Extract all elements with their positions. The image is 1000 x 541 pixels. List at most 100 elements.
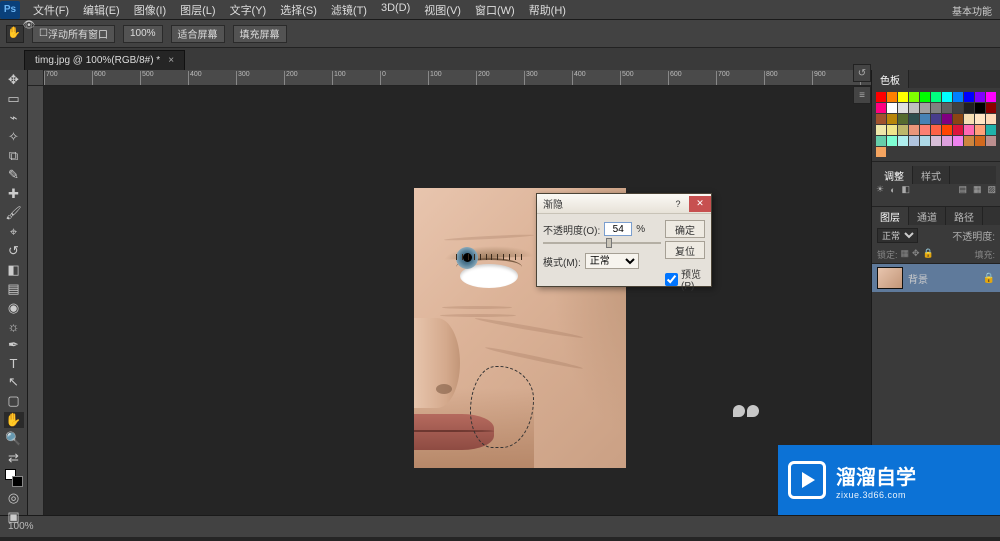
wand-tool-icon[interactable]: ✧ (4, 129, 24, 145)
dock-windows-checkbox[interactable]: ☐ 浮动所有窗口 (32, 25, 115, 43)
zoom-level[interactable]: 100% (8, 521, 34, 532)
mode-select[interactable]: 正常 (585, 253, 639, 269)
swatch[interactable] (920, 136, 930, 146)
opacity-input[interactable] (604, 222, 632, 236)
menu-item[interactable]: 编辑(E) (76, 0, 127, 20)
swatch[interactable] (931, 136, 941, 146)
workspace-switcher[interactable]: 基本功能 (952, 0, 992, 20)
tab-layers[interactable]: 图层 (872, 207, 909, 225)
swatch[interactable] (887, 136, 897, 146)
ok-button[interactable]: 确定 (665, 220, 705, 238)
type-tool-icon[interactable]: T (4, 356, 24, 371)
swatch[interactable] (876, 136, 886, 146)
swatch[interactable] (887, 114, 897, 124)
canvas-area[interactable]: 7006005004003002001000100200300400500600… (28, 70, 871, 515)
menu-item[interactable]: 3D(D) (374, 0, 417, 20)
lock-position-icon[interactable]: ✥ (912, 248, 920, 261)
pen-tool-icon[interactable]: ✒ (4, 337, 24, 353)
color-swatches[interactable] (4, 469, 24, 487)
visibility-icon[interactable]: 👁 (22, 18, 36, 32)
swatch[interactable] (898, 136, 908, 146)
dialog-titlebar[interactable]: 渐隐 ? ✕ (537, 194, 711, 214)
swatch[interactable] (975, 136, 985, 146)
menu-item[interactable]: 文件(F) (26, 0, 76, 20)
swatch[interactable] (942, 114, 952, 124)
blur-tool-icon[interactable]: ◉ (4, 300, 24, 316)
adjust-icon[interactable]: ▤ (958, 184, 967, 195)
swatch[interactable] (986, 125, 996, 135)
swatch[interactable] (953, 92, 963, 102)
swatch[interactable] (975, 114, 985, 124)
swatch[interactable] (876, 103, 886, 113)
swatches-grid[interactable] (872, 88, 1000, 161)
swatch[interactable] (975, 92, 985, 102)
swatch[interactable] (986, 103, 996, 113)
layer-row[interactable]: 👁 背景 🔒 (872, 263, 1000, 292)
tab-adjustments[interactable]: 调整 (876, 166, 913, 184)
swatch[interactable] (931, 114, 941, 124)
properties-icon[interactable]: ≡ (853, 86, 871, 104)
swap-colors-icon[interactable]: ⇄ (4, 450, 24, 466)
blend-mode-select[interactable]: 正常 (877, 228, 918, 243)
hand-tool-icon[interactable]: ✋ (6, 25, 24, 43)
swatch[interactable] (942, 125, 952, 135)
dialog-close-icon[interactable]: ✕ (689, 196, 711, 212)
swatch[interactable] (920, 92, 930, 102)
swatch[interactable] (909, 125, 919, 135)
dialog-help-icon[interactable]: ? (667, 196, 689, 212)
swatch[interactable] (876, 114, 886, 124)
swatch[interactable] (887, 103, 897, 113)
menu-item[interactable]: 帮助(H) (522, 0, 573, 20)
layer-name[interactable]: 背景 (908, 271, 928, 286)
swatch[interactable] (909, 114, 919, 124)
swatch[interactable] (920, 103, 930, 113)
zoom-100-button[interactable]: 100% (123, 25, 163, 43)
swatch[interactable] (909, 103, 919, 113)
gradient-tool-icon[interactable]: ▤ (4, 281, 24, 297)
tab-swatches[interactable]: 色板 (872, 70, 909, 88)
layer-thumbnail[interactable] (877, 267, 903, 289)
menu-item[interactable]: 图像(I) (127, 0, 173, 20)
brush-tool-icon[interactable]: 🖌 (4, 205, 24, 221)
swatch[interactable] (898, 103, 908, 113)
lasso-tool-icon[interactable]: ⌁ (4, 110, 24, 126)
fit-screen-button[interactable]: 适合屏幕 (171, 25, 225, 43)
swatch[interactable] (876, 92, 886, 102)
adjust-icon[interactable]: ▨ (987, 184, 996, 195)
dodge-tool-icon[interactable]: ☼ (4, 319, 24, 334)
menu-item[interactable]: 选择(S) (273, 0, 324, 20)
hand-tool-icon[interactable]: ✋ (4, 412, 24, 428)
swatch[interactable] (986, 136, 996, 146)
swatch[interactable] (975, 125, 985, 135)
swatch[interactable] (920, 125, 930, 135)
tab-channels[interactable]: 通道 (909, 207, 946, 225)
swatch[interactable] (887, 125, 897, 135)
swatch[interactable] (942, 136, 952, 146)
path-tool-icon[interactable]: ↖ (4, 374, 24, 390)
swatch[interactable] (953, 136, 963, 146)
patch-tool-icon[interactable]: ✚ (4, 186, 24, 202)
fill-screen-button[interactable]: 填充屏幕 (233, 25, 287, 43)
swatch[interactable] (964, 92, 974, 102)
menu-item[interactable]: 窗口(W) (468, 0, 522, 20)
menu-item[interactable]: 图层(L) (173, 0, 222, 20)
eyedropper-tool-icon[interactable]: ✎ (4, 167, 24, 183)
swatch[interactable] (975, 103, 985, 113)
swatch[interactable] (909, 136, 919, 146)
zoom-tool-icon[interactable]: 🔍 (4, 431, 24, 447)
swatch[interactable] (964, 114, 974, 124)
swatch[interactable] (942, 92, 952, 102)
shape-tool-icon[interactable]: ▢ (4, 393, 24, 409)
swatch[interactable] (986, 92, 996, 102)
swatch[interactable] (964, 136, 974, 146)
stamp-tool-icon[interactable]: ⌖ (4, 224, 24, 240)
menu-item[interactable]: 滤镜(T) (324, 0, 374, 20)
marquee-tool-icon[interactable]: ▭ (4, 91, 24, 107)
document-tab[interactable]: timg.jpg @ 100%(RGB/8#) * × (24, 50, 185, 70)
opacity-slider[interactable] (543, 240, 661, 246)
swatch[interactable] (909, 92, 919, 102)
swatch[interactable] (953, 103, 963, 113)
swatch[interactable] (898, 92, 908, 102)
menu-item[interactable]: 视图(V) (417, 0, 468, 20)
close-icon[interactable]: × (168, 55, 174, 66)
